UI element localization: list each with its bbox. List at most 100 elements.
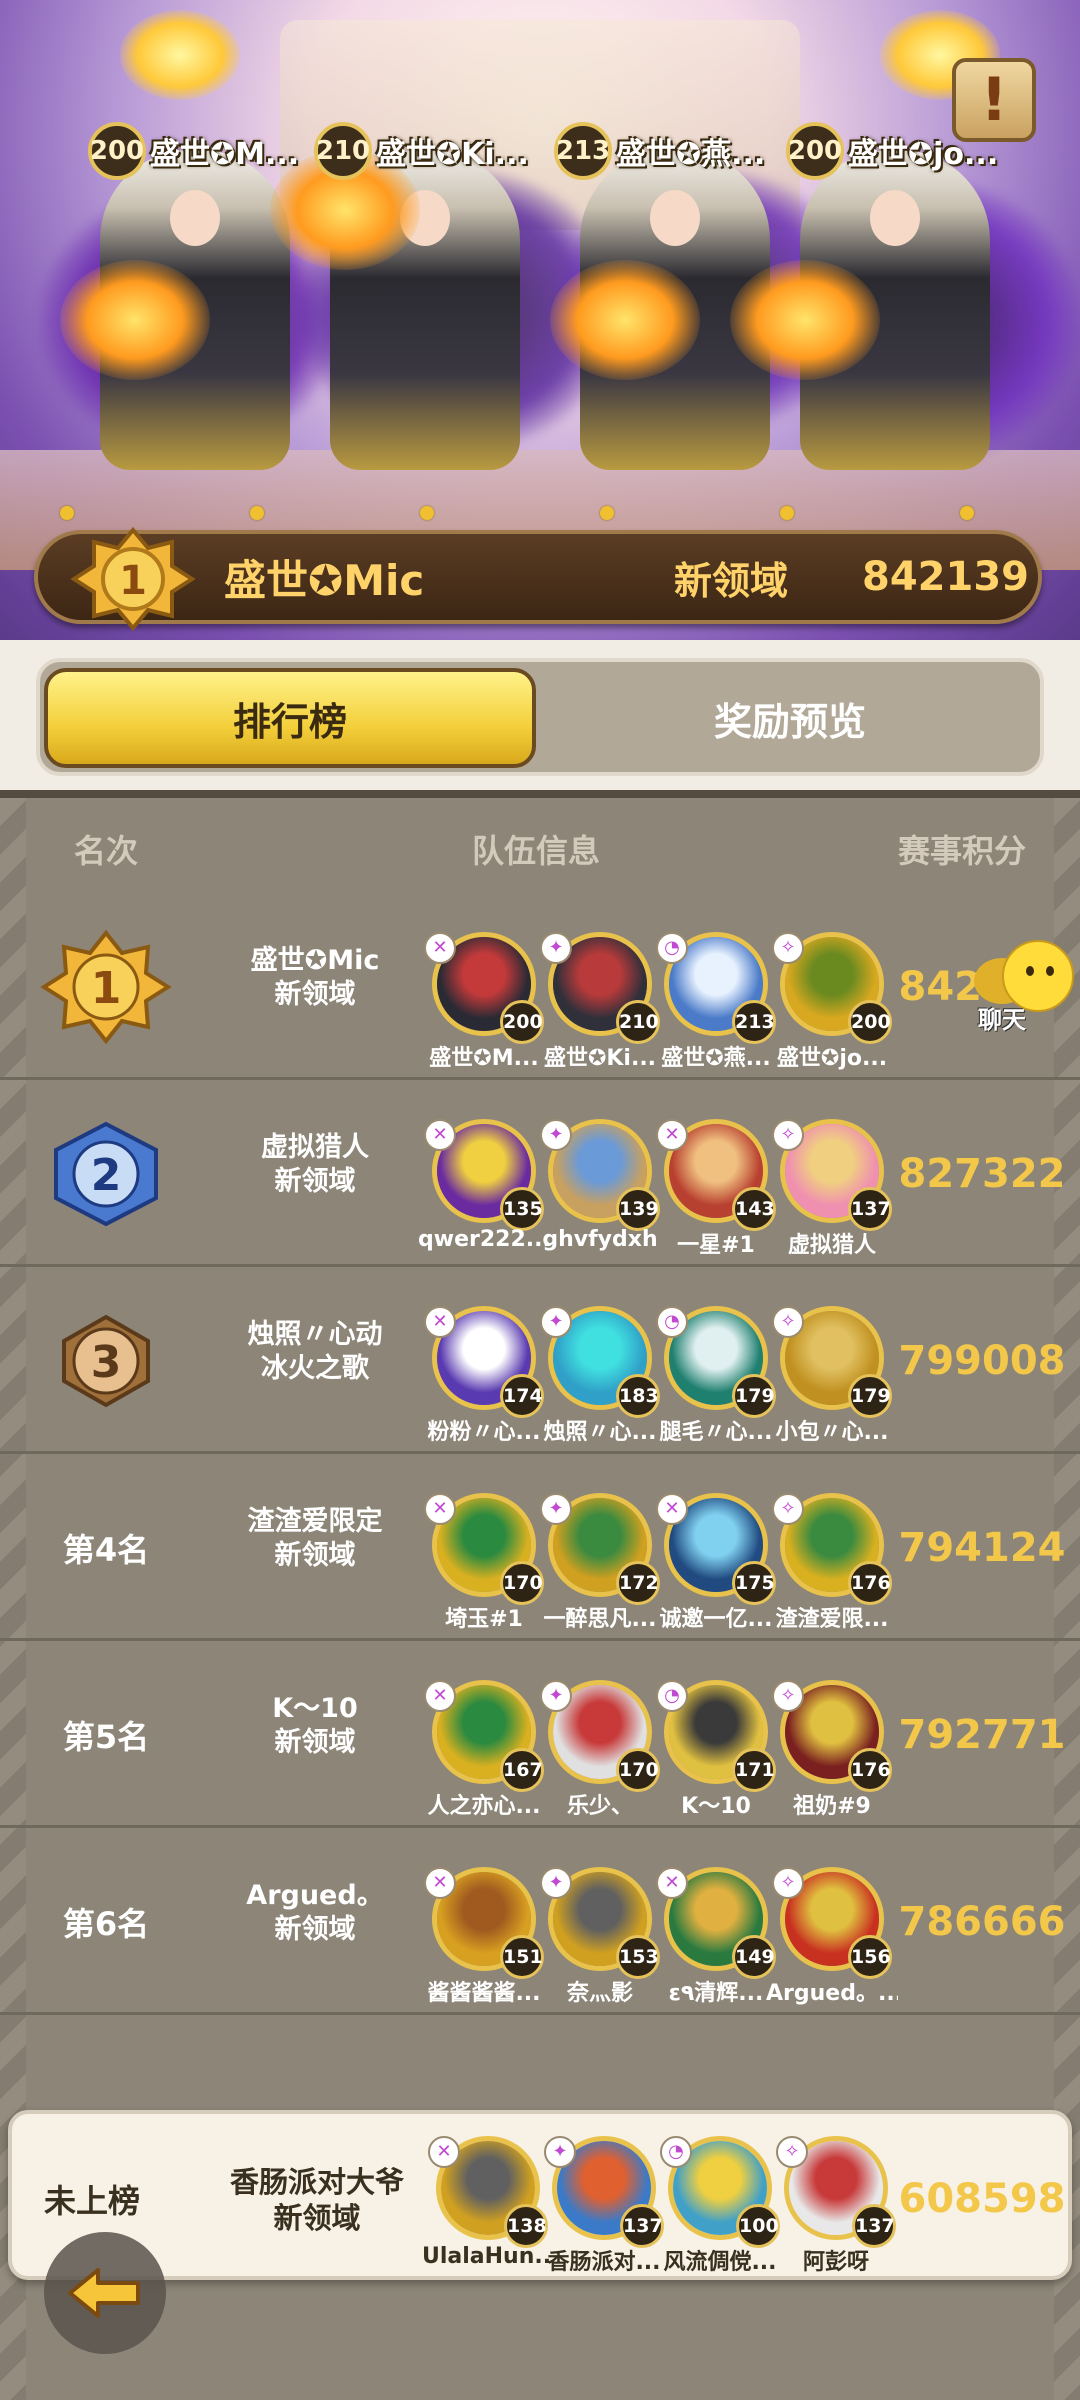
hero-banner: ! 200 盛世✪M... 210 盛世✪Ki... 213 盛世✪燕... 2…	[0, 0, 1080, 640]
level-badge: 200	[848, 1000, 892, 1044]
my-team-info: 香肠派对大爷 新领域	[212, 2164, 422, 2236]
leaderboard-row[interactable]: 第5名 K～10 新领域 ✕ 167 人之亦心... ✦ 170 乐少、 ◔ 171 K～10 ✧ 176…	[0, 1642, 1080, 1828]
leaderboard-row[interactable]: 3 烛照〃心动 冰火之歌 ✕ 174 粉粉〃心... ✦ 183 烛照〃心... ◔ 179 腿毛〃心…	[0, 1268, 1080, 1454]
team-member[interactable]: ✦ 172 一醉思凡...	[540, 1493, 660, 1633]
svg-text:3: 3	[91, 1337, 122, 1388]
team-member[interactable]: ✧ 137 虚拟猎人	[772, 1119, 892, 1259]
level-badge: 175	[732, 1561, 776, 1605]
team-server: 新领域	[274, 979, 356, 1010]
element-icon: ✕	[656, 1119, 688, 1151]
team-member[interactable]: ◔ 179 腿毛〃心...	[656, 1306, 776, 1446]
member-name: 埼玉#1	[445, 1607, 523, 1632]
team-member[interactable]: ✕ 149 ε٩清辉...	[656, 1867, 776, 2007]
level-badge: 179	[848, 1374, 892, 1418]
team-score: 794124	[898, 1525, 1066, 1571]
team-member[interactable]: ✦ 210 盛世✪Ki...	[540, 932, 660, 1072]
team-member[interactable]: ◔ 100 风流倜傥...	[660, 2136, 780, 2276]
back-button[interactable]	[44, 2232, 166, 2354]
leaderboard-row[interactable]: 第6名 Argued。 新领域 ✕ 151 酱酱酱酱... ✦ 153 奈灬影 ✕ 149 ε٩清辉.…	[0, 1829, 1080, 2015]
team-name: 渣渣爱限定	[247, 1506, 383, 1537]
chat-button[interactable]: 聊天	[970, 936, 1080, 1046]
team-member[interactable]: ✕ 167 人之亦心...	[424, 1680, 544, 1820]
element-icon: ✕	[428, 2136, 460, 2168]
team-name: 盛世✪Mic	[250, 945, 380, 976]
member-name: ghvfydxh	[542, 1227, 658, 1252]
member-name: 一醉思凡...	[543, 1607, 657, 1632]
element-icon: ✕	[424, 932, 456, 964]
tab-rewards-preview[interactable]: 奖励预览	[540, 668, 1040, 768]
leaderboard-row[interactable]: 1 盛世✪Mic 新领域 ✕ 200 盛世✪M... ✦ 210 盛世✪Ki... ◔ 213 盛世✪…	[0, 894, 1080, 1080]
champion-name: 盛世✪Mic	[224, 555, 425, 605]
member-name: 盛世✪燕...	[661, 1046, 771, 1071]
leaderboard-row[interactable]: 2 虚拟猎人 新领域 ✕ 135 qwer222... ✦ 139 ghvfydxh ✕ 143 一星…	[0, 1081, 1080, 1267]
team-member[interactable]: ◔ 213 盛世✪燕...	[656, 932, 776, 1072]
team-member[interactable]: ✧ 179 小包〃心...	[772, 1306, 892, 1446]
team-member[interactable]: ✦ 137 香肠派对...	[544, 2136, 664, 2276]
team-member[interactable]: ✕ 151 酱酱酱酱...	[424, 1867, 544, 2007]
back-arrow-icon	[68, 2268, 140, 2318]
team-member[interactable]: ✧ 176 渣渣爱限...	[772, 1493, 892, 1633]
team-name: 香肠派对大爷	[229, 2165, 404, 2199]
gold-medal-icon: 1	[70, 526, 196, 632]
level-badge: 137	[848, 1187, 892, 1231]
team-member[interactable]: ✦ 183 烛照〃心...	[540, 1306, 660, 1446]
champion-rank: 1	[119, 558, 147, 604]
gold-medal-icon: 1	[36, 894, 176, 1080]
element-icon: ✧	[772, 1867, 804, 1899]
team-member[interactable]: ✧ 176 祖奶#9	[772, 1680, 892, 1820]
champion-bar: 1 盛世✪Mic 新领域 842139	[34, 526, 1042, 632]
member-name: ε٩清辉...	[668, 1981, 764, 2006]
team-member[interactable]: ✕ 170 埼玉#1	[424, 1493, 544, 1633]
level-badge: 176	[848, 1561, 892, 1605]
team-member[interactable]: ✕ 138 UlalaHun...	[422, 2136, 554, 2276]
team-member[interactable]: ✕ 174 粉粉〃心...	[424, 1306, 544, 1446]
member-name: 盛世✪jo...	[776, 1046, 888, 1071]
member-name: 一星#1	[677, 1233, 755, 1258]
team-info: K～10 新领域	[210, 1692, 420, 1760]
team-member[interactable]: ✦ 153 奈灬影	[540, 1867, 660, 2007]
element-icon: ✧	[772, 1493, 804, 1525]
level-badge: 143	[732, 1187, 776, 1231]
level-badge: 200	[500, 1000, 544, 1044]
team-info: 烛照〃心动 冰火之歌	[210, 1318, 420, 1386]
level-badge: 100	[736, 2204, 780, 2248]
member-name: 乐少、	[566, 1794, 633, 1819]
level-badge: 135	[500, 1187, 544, 1231]
team-member[interactable]: ✧ 156 Argued。...	[766, 1867, 898, 2007]
element-icon: ✕	[656, 1493, 688, 1525]
team-member[interactable]: ✕ 200 盛世✪M...	[424, 932, 544, 1072]
member-name: 阿彭呀	[802, 2250, 869, 2275]
level-badge: 183	[616, 1374, 660, 1418]
element-icon: ✦	[540, 1493, 572, 1525]
team-member[interactable]: ✕ 135 qwer222...	[418, 1119, 550, 1259]
hero-character-1	[60, 150, 290, 470]
member-name: 粉粉〃心...	[427, 1420, 541, 1445]
champion-server: 新领域	[674, 558, 789, 603]
rank-cell: 第4名	[62, 1531, 150, 1569]
element-icon: ✦	[540, 1867, 572, 1899]
team-member[interactable]: ✧ 200 盛世✪jo...	[772, 932, 892, 1072]
player-name: 盛世✪燕...	[616, 137, 766, 172]
team-name: 虚拟猎人	[261, 1132, 369, 1163]
team-member[interactable]: ✕ 143 一星#1	[656, 1119, 776, 1259]
member-name: K～10	[681, 1794, 751, 1819]
member-name: Argued。...	[766, 1981, 898, 2006]
level-badge: 200	[88, 122, 146, 180]
team-member[interactable]: ✧ 137 阿彭呀	[776, 2136, 896, 2276]
hero-character-4	[730, 150, 990, 470]
bronze-medal-icon: 3	[36, 1268, 176, 1454]
team-member[interactable]: ✦ 139 ghvfydxh	[540, 1119, 660, 1259]
member-name: 虚拟猎人	[787, 1233, 876, 1258]
tab-leaderboard[interactable]: 排行榜	[44, 668, 536, 768]
element-icon: ✧	[772, 1306, 804, 1338]
team-member[interactable]: ✦ 170 乐少、	[540, 1680, 660, 1820]
element-icon: ✦	[540, 1306, 572, 1338]
team-server: 新领域	[274, 1727, 356, 1758]
member-name: UlalaHun...	[422, 2244, 554, 2269]
team-member[interactable]: ✕ 175 诚邀一亿...	[656, 1493, 776, 1633]
top-player-tag: 200 盛世✪jo...	[786, 122, 998, 180]
member-name: qwer222...	[418, 1227, 550, 1252]
leaderboard-row[interactable]: 第4名 渣渣爱限定 新领域 ✕ 170 埼玉#1 ✦ 172 一醉思凡... ✕ 175 诚邀一亿..…	[0, 1455, 1080, 1641]
team-member[interactable]: ◔ 171 K～10	[656, 1680, 776, 1820]
team-score: 786666	[898, 1899, 1066, 1945]
